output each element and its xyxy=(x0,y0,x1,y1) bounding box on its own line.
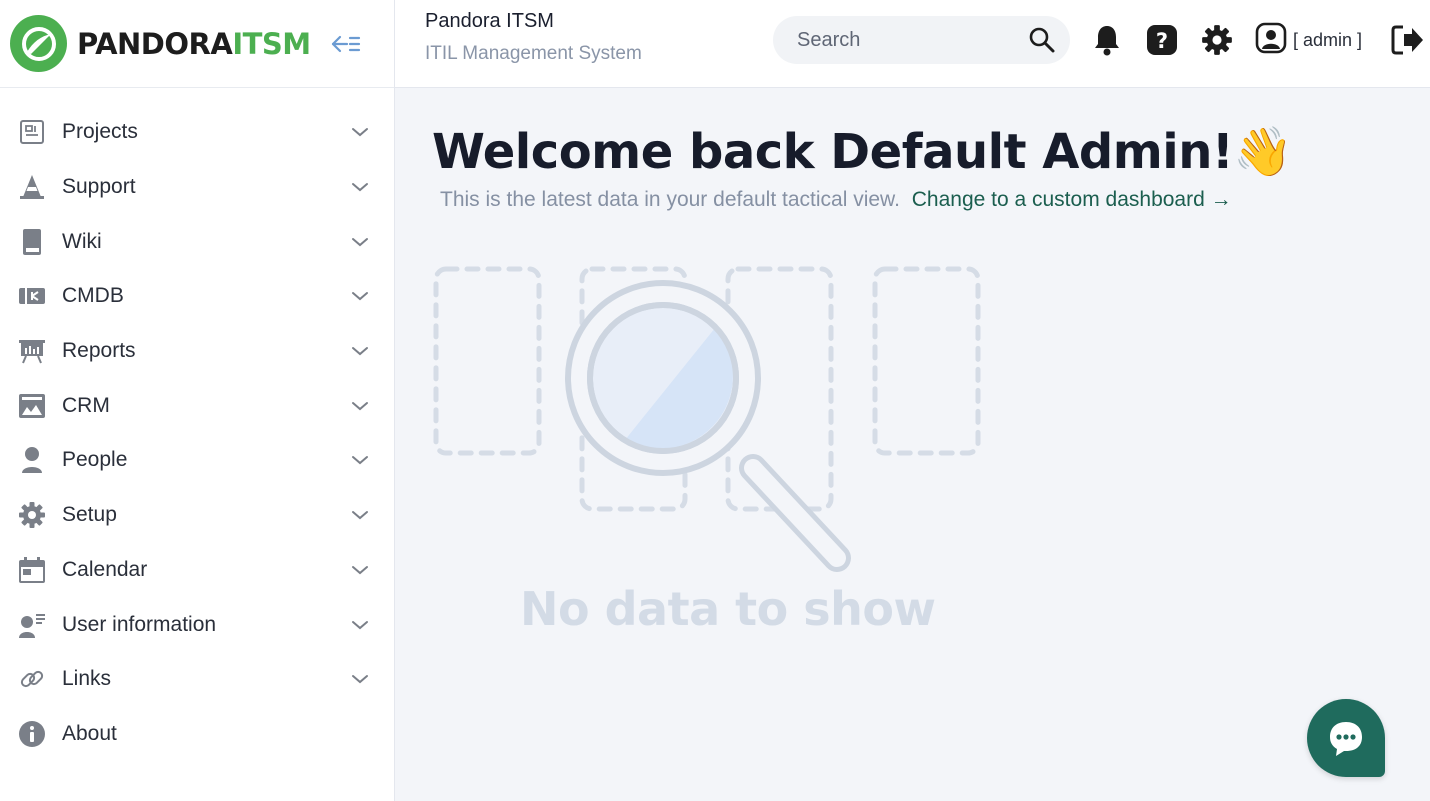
app-title: Pandora ITSM xyxy=(425,10,554,32)
sidebar-nav: Projects Support Wiki CMDB Reports CRM P… xyxy=(0,88,394,761)
sidebar-item-support[interactable]: Support xyxy=(0,160,394,215)
welcome-heading: Welcome back Default Admin!👋 xyxy=(432,124,1293,180)
empty-state-text: No data to show xyxy=(520,582,936,636)
user-menu[interactable]: [ admin ] xyxy=(1255,22,1362,58)
sidebar-item-label: Setup xyxy=(62,503,117,527)
info-icon xyxy=(17,719,47,749)
chevron-down-icon[interactable] xyxy=(348,667,372,691)
collapse-arrow-icon xyxy=(331,35,360,52)
brand: PANDORAITSM xyxy=(0,0,394,88)
svg-text:?: ? xyxy=(1156,29,1168,53)
magnifier-icon xyxy=(565,280,851,572)
chevron-down-icon[interactable] xyxy=(348,339,372,363)
custom-dashboard-link[interactable]: Change to a custom dashboard → xyxy=(912,188,1232,211)
chevron-down-icon[interactable] xyxy=(348,394,372,418)
sidebar-item-label: User information xyxy=(62,612,217,636)
sidebar-item-label: Calendar xyxy=(62,557,148,581)
chevron-down-icon[interactable] xyxy=(348,120,372,144)
sidebar-item-label: CMDB xyxy=(62,284,124,308)
welcome-subtitle: This is the latest data in your default … xyxy=(440,188,1232,212)
sidebar-item-about[interactable]: About xyxy=(0,707,394,762)
pandora-logo-icon[interactable] xyxy=(10,15,67,72)
sidebar-item-setup[interactable]: Setup xyxy=(0,488,394,543)
sidebar-item-links[interactable]: Links xyxy=(0,652,394,707)
search-icon[interactable] xyxy=(1028,26,1056,59)
chevron-down-icon[interactable] xyxy=(348,175,372,199)
sidebar-item-crm[interactable]: CRM xyxy=(0,378,394,433)
person-icon xyxy=(17,445,47,475)
sidebar-item-projects[interactable]: Projects xyxy=(0,105,394,160)
brand-name-part1: PANDORA xyxy=(77,26,233,61)
crm-icon xyxy=(17,391,47,421)
sidebar-item-label: Links xyxy=(62,667,112,691)
gear-icon xyxy=(17,500,47,530)
sidebar-item-people[interactable]: People xyxy=(0,433,394,488)
user-name: [ admin ] xyxy=(1293,29,1363,50)
brand-name-part2: ITSM xyxy=(232,26,311,61)
chat-button[interactable] xyxy=(1307,699,1385,777)
sidebar-item-wiki[interactable]: Wiki xyxy=(0,214,394,269)
logout-icon[interactable] xyxy=(1390,22,1426,58)
chevron-down-icon[interactable] xyxy=(348,284,372,308)
sidebar-item-label: CRM xyxy=(62,393,110,417)
user-info-icon xyxy=(17,610,47,640)
projects-icon xyxy=(17,117,47,147)
sidebar-item-calendar[interactable]: Calendar xyxy=(0,543,394,598)
sidebar-item-reports[interactable]: Reports xyxy=(0,324,394,379)
app-subtitle: ITIL Management System xyxy=(425,43,642,64)
sidebar-item-label: Projects xyxy=(62,120,138,144)
book-icon xyxy=(17,227,47,257)
link-icon xyxy=(17,664,47,694)
sidebar-item-label: Reports xyxy=(62,339,136,363)
welcome-subtitle-text: This is the latest data in your default … xyxy=(440,188,900,211)
sidebar-item-user-information[interactable]: User information xyxy=(0,597,394,652)
bell-icon[interactable] xyxy=(1089,22,1125,58)
search-input[interactable] xyxy=(797,28,1017,52)
chat-bubble-icon xyxy=(1330,722,1362,756)
user-avatar-icon xyxy=(1255,22,1287,59)
sidebar-item-label: People xyxy=(62,448,128,472)
chevron-down-icon[interactable] xyxy=(348,503,372,527)
brand-name: PANDORAITSM xyxy=(77,27,311,61)
sidebar-item-label: About xyxy=(62,721,117,745)
chevron-down-icon[interactable] xyxy=(348,558,372,582)
chevron-down-icon[interactable] xyxy=(348,448,372,472)
chevron-down-icon[interactable] xyxy=(348,230,372,254)
calendar-icon xyxy=(17,555,47,585)
sidebar-item-label: Support xyxy=(62,175,136,199)
top-bar: Pandora ITSM ITIL Management System ? [ … xyxy=(395,0,1430,88)
search-box xyxy=(773,16,1070,64)
sidebar-item-cmdb[interactable]: CMDB xyxy=(0,269,394,324)
support-cone-icon xyxy=(17,172,47,202)
sidebar: PANDORAITSM Projects Support Wiki CMDB R… xyxy=(0,0,395,801)
presentation-icon xyxy=(17,336,47,366)
collapse-sidebar-button[interactable] xyxy=(331,29,361,59)
main-content: Welcome back Default Admin!👋 This is the… xyxy=(395,88,1430,801)
gear-icon[interactable] xyxy=(1199,22,1235,58)
sidebar-item-label: Wiki xyxy=(62,229,102,253)
help-icon[interactable]: ? xyxy=(1144,22,1180,58)
cmdb-icon xyxy=(17,281,47,311)
chevron-down-icon[interactable] xyxy=(348,613,372,637)
